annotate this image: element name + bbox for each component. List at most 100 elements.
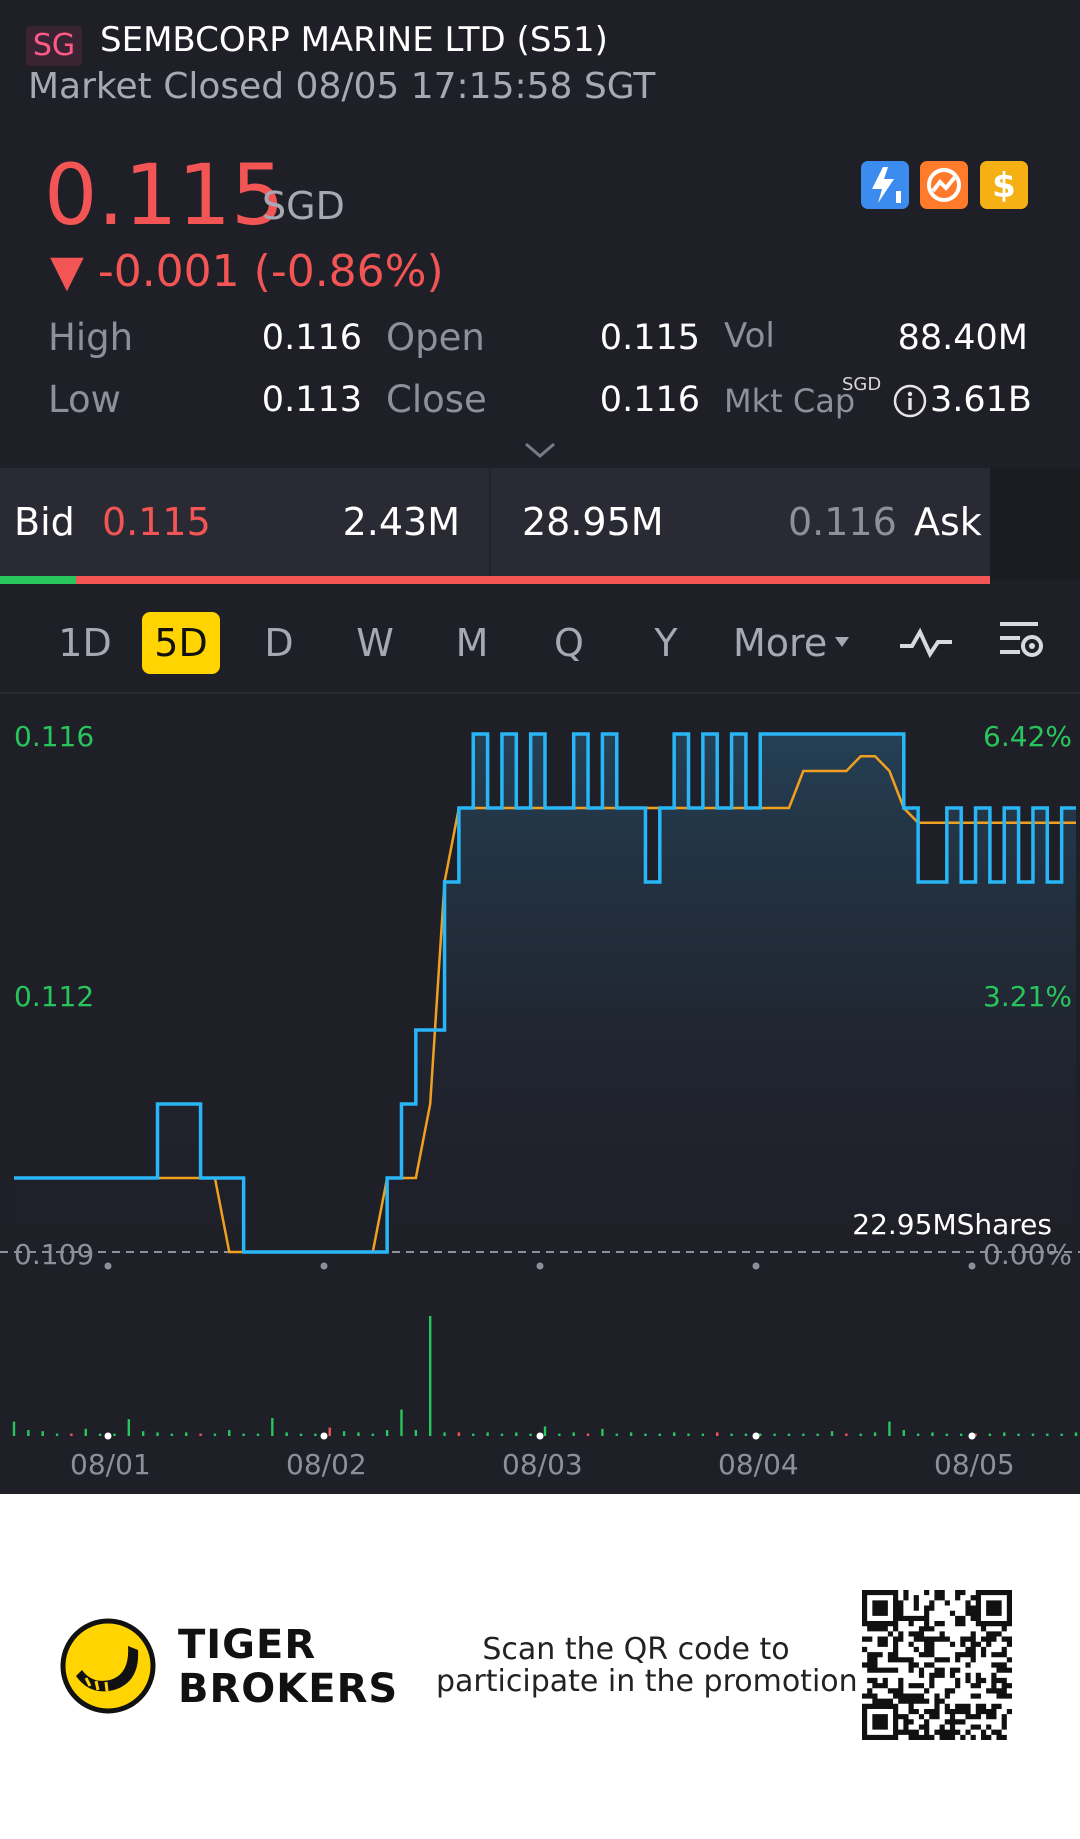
x-label-0804: 08/04 — [718, 1448, 799, 1481]
volume-bar-17 — [256, 1433, 260, 1436]
volume-bar-69 — [1003, 1432, 1006, 1436]
bid-label: Bid — [14, 500, 75, 544]
chevron-down-icon[interactable] — [522, 440, 558, 460]
volume-day-marker-3 — [752, 1432, 760, 1440]
mktcap-value: 3.61B — [930, 380, 1032, 420]
promo-text-line-1: Scan the QR code to — [482, 1632, 790, 1667]
bid-ratio-bar — [0, 576, 76, 584]
info-icon[interactable] — [892, 383, 928, 419]
volume-bar-24 — [357, 1432, 360, 1436]
volume-chart[interactable] — [0, 1300, 1080, 1440]
y-label-high: 0.116 — [14, 720, 95, 753]
x-label-0803: 08/03 — [502, 1448, 583, 1481]
volume-bar-25 — [371, 1433, 374, 1436]
indicator-icon[interactable] — [898, 622, 954, 666]
volume-bar-57 — [830, 1431, 834, 1436]
qr-code-icon[interactable] — [862, 1590, 1012, 1740]
open-label: Open — [386, 316, 485, 359]
volume-bar-13 — [199, 1433, 202, 1436]
low-label: Low — [48, 378, 121, 421]
volume-bar-41 — [601, 1428, 604, 1436]
y-label-mid: 0.112 — [14, 980, 95, 1013]
close-value: 0.116 — [599, 380, 700, 420]
volume-bar-28 — [414, 1430, 418, 1436]
volume-bar-71 — [1031, 1433, 1035, 1436]
tab-m[interactable]: M — [443, 612, 501, 674]
bid-size: 2.43M — [342, 500, 460, 544]
volume-bar-11 — [170, 1433, 174, 1436]
volume-bar-0 — [12, 1421, 16, 1436]
lightning-level-icon[interactable] — [861, 161, 909, 209]
volume-bar-7 — [113, 1433, 116, 1436]
volume-bar-72 — [1046, 1433, 1049, 1436]
bid-price: 0.115 — [102, 500, 211, 544]
vol-label: Vol — [724, 316, 775, 356]
x-label-0801: 08/01 — [70, 1448, 151, 1481]
volume-bar-34 — [500, 1433, 504, 1436]
volume-bar-21 — [314, 1433, 317, 1436]
volume-day-marker-1 — [320, 1432, 328, 1440]
day-markers — [104, 1262, 976, 1270]
volume-bar-27 — [400, 1409, 403, 1436]
volume-bar-68 — [988, 1433, 992, 1436]
y-label-low: 0.109 — [14, 1238, 95, 1271]
volume-bar-70 — [1017, 1433, 1020, 1436]
volume-bar-50 — [730, 1433, 733, 1436]
ask-ratio-bar — [76, 576, 990, 584]
tab-more[interactable]: More — [733, 612, 833, 674]
volume-bar-1 — [27, 1430, 30, 1436]
tabs-divider — [0, 692, 1080, 694]
stock-title: SEMBCORP MARINE LTD (S51) — [100, 20, 608, 60]
qr-modules — [862, 1590, 1012, 1740]
tab-q[interactable]: Q — [541, 612, 597, 674]
day-marker-1 — [320, 1262, 328, 1270]
tab-5d[interactable]: 5D — [142, 612, 220, 674]
volume-bar-16 — [242, 1433, 245, 1436]
volume-day-marker-0 — [104, 1432, 112, 1440]
volume-bar-10 — [156, 1432, 159, 1436]
volume-bar-59 — [859, 1433, 862, 1436]
volume-bar-6 — [98, 1433, 102, 1436]
chart-settings-icon[interactable] — [996, 616, 1046, 668]
high-value: 0.116 — [261, 318, 362, 358]
volume-bar-39 — [572, 1432, 575, 1436]
volume-bar-46 — [672, 1432, 676, 1436]
volume-bar-14 — [213, 1433, 217, 1436]
day-marker-2 — [536, 1262, 544, 1270]
last-price: 0.115 — [44, 146, 285, 244]
chart-badge-icon[interactable] — [920, 161, 968, 209]
volume-day-marker-4 — [968, 1432, 976, 1440]
volume-bar-49 — [716, 1432, 719, 1436]
close-label: Close — [386, 378, 487, 421]
volume-bar-12 — [185, 1432, 188, 1436]
volume-bar-48 — [701, 1433, 705, 1436]
x-label-0805: 08/05 — [934, 1448, 1015, 1481]
volume-bar-3 — [55, 1433, 59, 1436]
y-pct-low: 0.00% — [983, 1238, 1072, 1271]
mktcap-unit: SGD — [842, 374, 882, 395]
brand-line-2: BROKERS — [178, 1666, 399, 1712]
open-value: 0.115 — [599, 318, 700, 358]
volume-bar-2 — [41, 1431, 44, 1436]
tab-d[interactable]: D — [252, 612, 306, 674]
dollar-badge-icon[interactable]: $ — [980, 161, 1028, 209]
volume-bars — [12, 1316, 1078, 1436]
tab-y[interactable]: Y — [638, 612, 694, 674]
volume-bar-63 — [916, 1433, 920, 1436]
tiger-logo-icon — [60, 1618, 156, 1718]
volume-bar-20 — [299, 1433, 303, 1436]
volume-bar-22 — [328, 1427, 331, 1436]
volume-bar-15 — [228, 1430, 231, 1436]
volume-bar-44 — [644, 1433, 647, 1436]
tab-w[interactable]: W — [347, 612, 403, 674]
volume-bar-8 — [127, 1419, 131, 1436]
caret-down-icon[interactable] — [834, 633, 850, 652]
volume-bar-5 — [84, 1428, 87, 1436]
volume-bar-33 — [486, 1432, 489, 1436]
ask-size: 28.95M — [522, 500, 664, 544]
volume-bar-54 — [787, 1433, 791, 1436]
ask-price: 0.116 — [788, 500, 897, 544]
volume-bar-32 — [472, 1433, 475, 1436]
tab-1d[interactable]: 1D — [50, 612, 120, 674]
price-change: ▼ -0.001 (-0.86%) — [50, 246, 444, 297]
